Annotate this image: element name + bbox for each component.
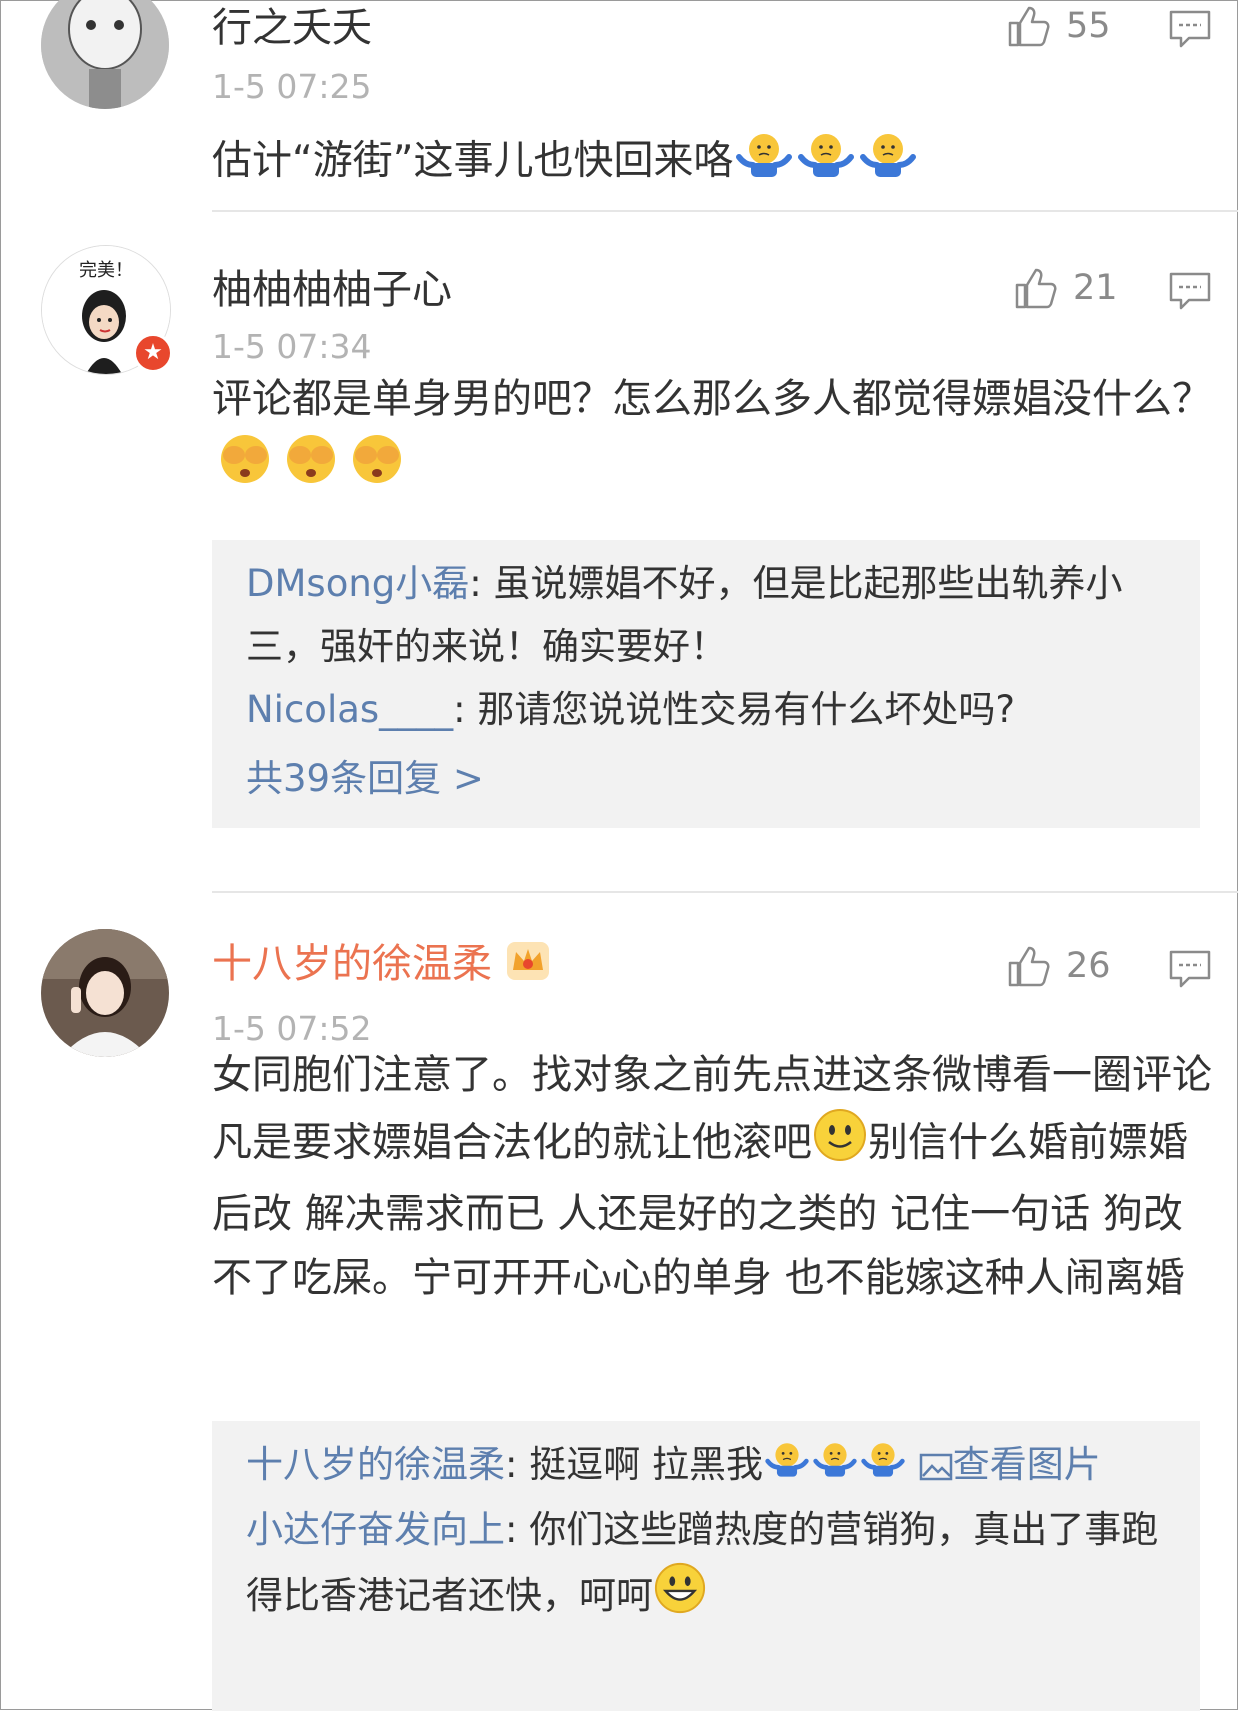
comment-text: 估计“游街”这事儿也快回来咯 <box>212 127 1212 198</box>
comment-reply-icon[interactable] <box>1168 271 1212 311</box>
reply-preview-box[interactable]: DMsong小磊: 虽说嫖娼不好，但是比起那些出轨养小三，强奸的来说！确实要好！… <box>212 540 1200 828</box>
like-count: 26 <box>1066 946 1111 986</box>
facepalm-emoji <box>278 431 344 506</box>
grin-emoji <box>653 1561 707 1634</box>
crown-badge-icon <box>505 940 551 992</box>
shrug-emoji <box>763 1435 811 1498</box>
reply-preview-box[interactable]: 十八岁的徐温柔: 挺逗啊 拉黑我 查看图片 小达仔奋发向上: 你们这些蹭热度的营… <box>212 1421 1200 1711</box>
avatar[interactable] <box>41 929 169 1057</box>
reply-item[interactable]: DMsong小磊: 虽说嫖娼不好，但是比起那些出轨养小三，强奸的来说！确实要好！ <box>246 552 1166 678</box>
comment-reply-icon[interactable] <box>1168 9 1212 49</box>
image-icon <box>919 1453 953 1480</box>
smile-emoji <box>812 1107 868 1182</box>
view-all-replies-link[interactable]: 共39条回复 > <box>246 747 1166 810</box>
shrug-emoji <box>733 127 795 198</box>
comment-item: 完美！ ★ 柚柚柚柚子心 1-5 07:34 21 评论都是单身男的吧？怎么那么… <box>1 213 1238 893</box>
comment-author[interactable]: 柚柚柚柚子心 <box>212 257 452 315</box>
facepalm-emoji <box>212 431 278 506</box>
view-image-link[interactable]: 查看图片 <box>919 1443 1101 1486</box>
comment-author[interactable]: 十八岁的徐温柔 <box>212 931 551 992</box>
thumbs-up-icon <box>1015 268 1057 309</box>
shrug-emoji <box>795 127 857 198</box>
reply-item[interactable]: Nicolas____: 那请您说说性交易有什么坏处吗? <box>246 678 1166 741</box>
like-count: 55 <box>1066 6 1111 46</box>
comment-time: 1-5 07:25 <box>212 67 372 106</box>
comment-reply-icon[interactable] <box>1168 949 1212 989</box>
reply-author[interactable]: DMsong小磊 <box>246 562 469 605</box>
divider <box>212 210 1238 212</box>
comment-author[interactable]: 行之夭夭 <box>212 0 372 53</box>
like-button[interactable]: 26 <box>1006 943 1111 989</box>
thumbs-up-icon <box>1008 6 1050 47</box>
reply-author[interactable]: 小达仔奋发向上 <box>246 1508 505 1551</box>
thumbs-up-icon <box>1008 946 1050 987</box>
comment-text: 女同胞们注意了。找对象之前先点进这条微博看一圈评论 凡是要求嫖娼合法化的就让他滚… <box>212 1052 1212 1301</box>
reply-item[interactable]: 小达仔奋发向上: 你们这些蹭热度的营销狗，真出了事跑得比香港记者还快，呵呵 <box>246 1498 1166 1634</box>
reply-item[interactable]: 十八岁的徐温柔: 挺逗啊 拉黑我 查看图片 <box>246 1433 1166 1498</box>
like-count: 21 <box>1073 268 1118 308</box>
facepalm-emoji <box>344 431 410 506</box>
comment-item: 十八岁的徐温柔 1-5 07:52 26 女同胞们注意了。找对象之前先点进这条微… <box>1 893 1238 1711</box>
shrug-emoji <box>857 127 919 198</box>
reply-author[interactable]: Nicolas____ <box>246 688 453 731</box>
verified-badge-icon: ★ <box>133 333 173 373</box>
shrug-emoji <box>859 1435 907 1498</box>
reply-author[interactable]: 十八岁的徐温柔 <box>246 1443 505 1486</box>
reply-text: : 挺逗啊 拉黑我 <box>505 1443 763 1486</box>
like-button[interactable]: 21 <box>1013 265 1118 311</box>
comment-time: 1-5 07:34 <box>212 327 372 366</box>
avatar[interactable] <box>41 0 169 109</box>
reply-text: : 那请您说说性交易有什么坏处吗? <box>453 688 1016 731</box>
shrug-emoji <box>811 1435 859 1498</box>
comment-text: 评论都是单身男的吧？怎么那么多人都觉得嫖娼没什么？ <box>212 367 1212 506</box>
like-button[interactable]: 55 <box>1006 3 1111 49</box>
avatar-caption: 完美！ <box>79 260 133 281</box>
comment-item: 行之夭夭 1-5 07:25 55 估计“游街”这事儿也快回来咯 <box>1 0 1238 215</box>
